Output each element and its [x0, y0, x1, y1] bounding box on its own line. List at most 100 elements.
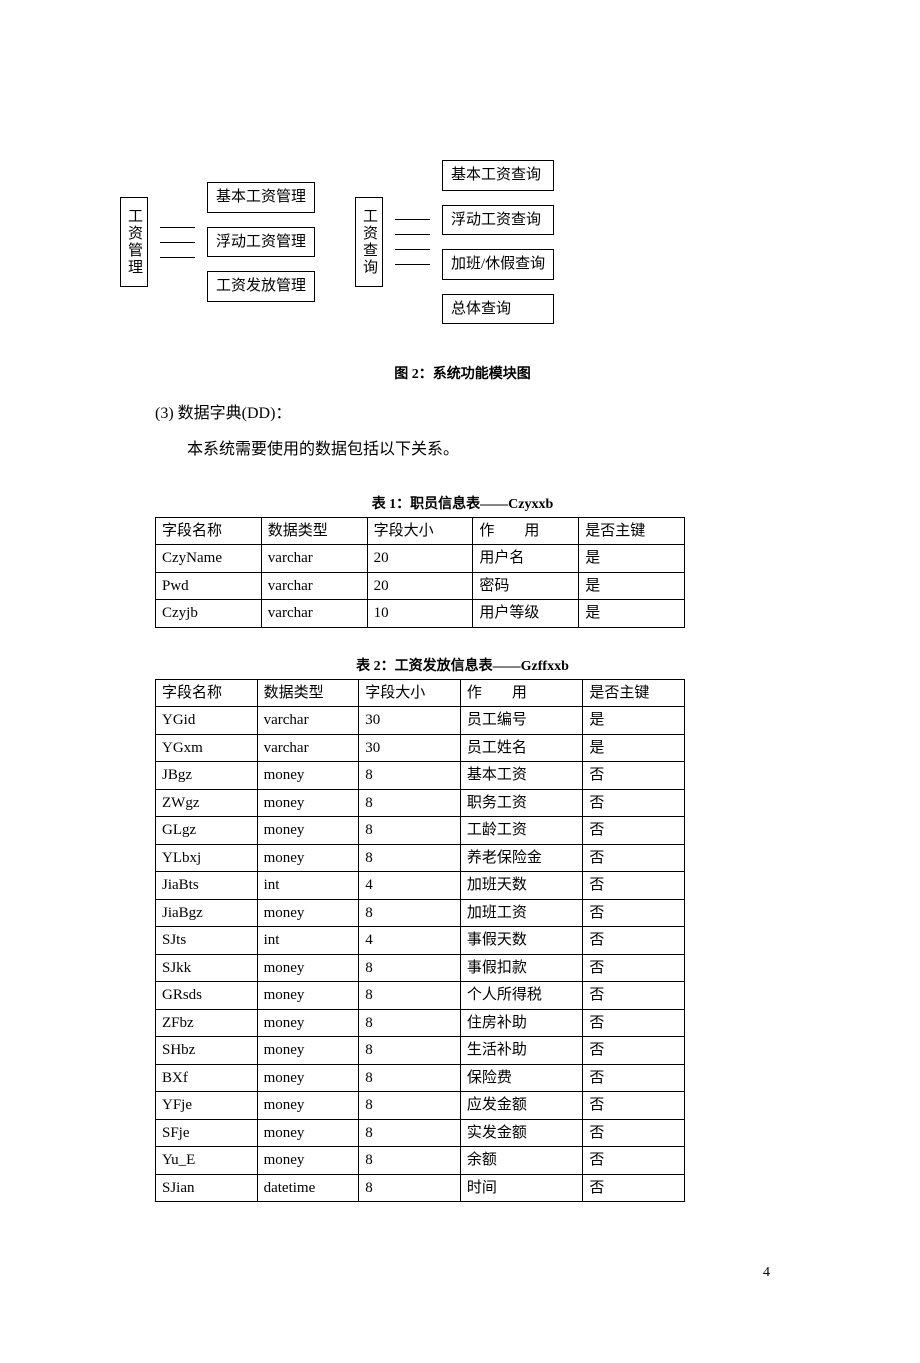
table-row: JBgzmoney8基本工资否: [156, 762, 685, 790]
table-cell: varchar: [261, 600, 367, 628]
table-header-cell: 数据类型: [261, 517, 367, 545]
table-cell: 8: [359, 982, 461, 1010]
table-cell: varchar: [261, 545, 367, 573]
table-cell: SHbz: [156, 1037, 258, 1065]
table-cell: 30: [359, 707, 461, 735]
node-salary-query: 工资查询: [355, 197, 383, 287]
table-row: Czyjbvarchar10用户等级是: [156, 600, 685, 628]
table-cell: GRsds: [156, 982, 258, 1010]
table-row: GLgzmoney8工龄工资否: [156, 817, 685, 845]
table-cell: money: [257, 844, 359, 872]
table-cell: BXf: [156, 1064, 258, 1092]
table-header-cell: 是否主键: [579, 517, 685, 545]
table2-caption: 表 2：工资发放信息表——Gzffxxb: [155, 656, 770, 677]
table-cell: 30: [359, 734, 461, 762]
table-header-cell: 数据类型: [257, 679, 359, 707]
table-cell: 实发金额: [460, 1119, 583, 1147]
diagram-right-group: 工资查询 基本工资查询 浮动工资查询 加班/休假查询 总体查询: [355, 160, 554, 324]
table-cell: varchar: [257, 707, 359, 735]
table-header-cell: 字段大小: [359, 679, 461, 707]
table-row: Yu_Emoney8余额否: [156, 1147, 685, 1175]
table-cell: varchar: [261, 572, 367, 600]
section-heading: (3) 数据字典(DD)：: [155, 399, 770, 429]
right-children: 基本工资查询 浮动工资查询 加班/休假查询 总体查询: [442, 160, 554, 324]
table-cell: Yu_E: [156, 1147, 258, 1175]
table-row: YGidvarchar30员工编号是: [156, 707, 685, 735]
table-cell: 应发金额: [460, 1092, 583, 1120]
node-overall-query: 总体查询: [442, 294, 554, 325]
table-row: SJkkmoney8事假扣款否: [156, 954, 685, 982]
table-cell: YLbxj: [156, 844, 258, 872]
node-floating-salary-mgmt: 浮动工资管理: [207, 227, 315, 258]
table-cell: 否: [583, 1174, 685, 1202]
table-cell: 事假天数: [460, 927, 583, 955]
table-cell: 否: [583, 1147, 685, 1175]
table-cell: 4: [359, 927, 461, 955]
table-row: ZFbzmoney8住房补助否: [156, 1009, 685, 1037]
table-cell: money: [257, 1119, 359, 1147]
table-cell: 8: [359, 1147, 461, 1175]
table-cell: YGid: [156, 707, 258, 735]
table-cell: 是: [579, 572, 685, 600]
table-cell: 8: [359, 954, 461, 982]
table-cell: 否: [583, 927, 685, 955]
figure-caption: 图 2：系统功能模块图: [155, 364, 770, 385]
table-header-cell: 作 用: [473, 517, 579, 545]
table-cell: 员工姓名: [460, 734, 583, 762]
table-cell: 8: [359, 789, 461, 817]
table-row: ZWgzmoney8职务工资否: [156, 789, 685, 817]
table-row: JiaBtsint4加班天数否: [156, 872, 685, 900]
table-cell: 事假扣款: [460, 954, 583, 982]
table-cell: 否: [583, 844, 685, 872]
table-cell: 8: [359, 1092, 461, 1120]
table-cell: money: [257, 954, 359, 982]
table-cell: JiaBts: [156, 872, 258, 900]
node-salary-management: 工资管理: [120, 197, 148, 287]
node-salary-payout-mgmt: 工资发放管理: [207, 271, 315, 302]
table-cell: money: [257, 899, 359, 927]
connectors: [160, 227, 195, 258]
table-row: SJtsint4事假天数否: [156, 927, 685, 955]
table-cell: YGxm: [156, 734, 258, 762]
table-header-cell: 是否主键: [583, 679, 685, 707]
table-cell: SFje: [156, 1119, 258, 1147]
table-cell: 10: [367, 600, 473, 628]
table-cell: 是: [583, 734, 685, 762]
table-cell: 8: [359, 899, 461, 927]
table-cell: 加班天数: [460, 872, 583, 900]
table-cell: 是: [579, 545, 685, 573]
table-cell: money: [257, 762, 359, 790]
table-cell: 否: [583, 1064, 685, 1092]
table-cell: JBgz: [156, 762, 258, 790]
table-cell: 余额: [460, 1147, 583, 1175]
table-cell: 用户名: [473, 545, 579, 573]
table-row: CzyNamevarchar20用户名是: [156, 545, 685, 573]
table-cell: 否: [583, 982, 685, 1010]
table-cell: 时间: [460, 1174, 583, 1202]
node-basic-salary-mgmt: 基本工资管理: [207, 182, 315, 213]
table-cell: 8: [359, 1064, 461, 1092]
node-overtime-leave-query: 加班/休假查询: [442, 249, 554, 280]
table-cell: 用户等级: [473, 600, 579, 628]
table-cell: JiaBgz: [156, 899, 258, 927]
table-cell: 住房补助: [460, 1009, 583, 1037]
table-cell: 密码: [473, 572, 579, 600]
table-cell: money: [257, 1009, 359, 1037]
table-header-cell: 作 用: [460, 679, 583, 707]
table-cell: 否: [583, 872, 685, 900]
table-cell: 生活补助: [460, 1037, 583, 1065]
table-cell: SJts: [156, 927, 258, 955]
table-row: GRsdsmoney8个人所得税否: [156, 982, 685, 1010]
table-cell: 8: [359, 1174, 461, 1202]
table-cell: 20: [367, 572, 473, 600]
table-cell: 8: [359, 1037, 461, 1065]
node-basic-salary-query: 基本工资查询: [442, 160, 554, 191]
table-cell: 20: [367, 545, 473, 573]
left-children: 基本工资管理 浮动工资管理 工资发放管理: [207, 182, 315, 302]
table-cell: 个人所得税: [460, 982, 583, 1010]
table-row: YLbxjmoney8养老保险金否: [156, 844, 685, 872]
table-cell: datetime: [257, 1174, 359, 1202]
table-cell: varchar: [257, 734, 359, 762]
table-cell: 否: [583, 899, 685, 927]
table-cell: 职务工资: [460, 789, 583, 817]
